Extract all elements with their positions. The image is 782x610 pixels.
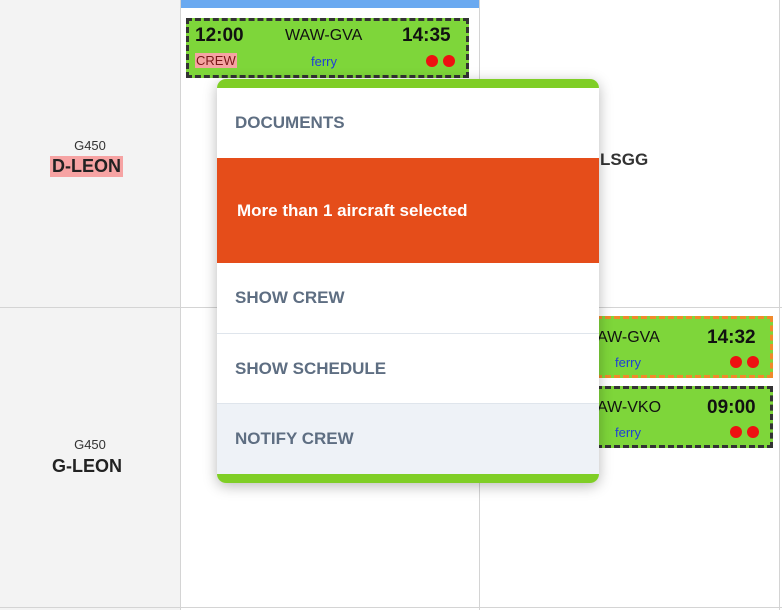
status-dot [426,55,438,67]
airport-label: LSGG [600,150,649,169]
menu-item-show-crew[interactable]: SHOW CREW [217,263,599,333]
arrival-time: 14:35 [402,25,451,46]
context-menu: DOCUMENTS More than 1 aircraft selected … [217,79,599,483]
flight-type: ferry [615,425,641,440]
menu-item-show-schedule[interactable]: SHOW SCHEDULE [217,333,599,403]
flight-route: WAW-GVA [285,27,363,44]
aircraft-column [0,0,181,610]
status-dot [747,426,759,438]
arrival-time: 14:32 [707,327,756,348]
departure-time: 12:00 [195,25,244,46]
status-dot [730,426,742,438]
selection-bar [181,0,479,8]
menu-accent-bar [217,79,599,88]
schedule-grid: G450 D-LEON G450 G-LEON LSGG 12:00 WAW-G… [0,0,782,610]
multi-selection-warning: More than 1 aircraft selected [217,158,599,263]
bottom-border [0,607,782,608]
status-dot [747,356,759,368]
column-divider [779,0,780,610]
arrival-time: 09:00 [707,397,756,418]
flight-type: ferry [615,355,641,370]
status-dot [730,356,742,368]
menu-item-documents[interactable]: DOCUMENTS [217,88,599,158]
flight-block[interactable]: 12:00 WAW-GVA 14:35 CREW ferry [186,18,469,78]
aircraft-registration[interactable]: G-LEON [52,456,122,477]
aircraft-type: G450 [74,138,106,153]
menu-accent-bar [217,474,599,483]
aircraft-type: G450 [74,437,106,452]
status-dot [443,55,455,67]
flight-route: AW-GVA [597,329,660,346]
aircraft-registration[interactable]: D-LEON [50,156,123,177]
crew-tag: CREW [195,53,237,68]
flight-type: ferry [311,54,337,69]
menu-item-notify-crew[interactable]: NOTIFY CREW [217,403,599,474]
flight-route: AW-VKO [597,399,662,416]
